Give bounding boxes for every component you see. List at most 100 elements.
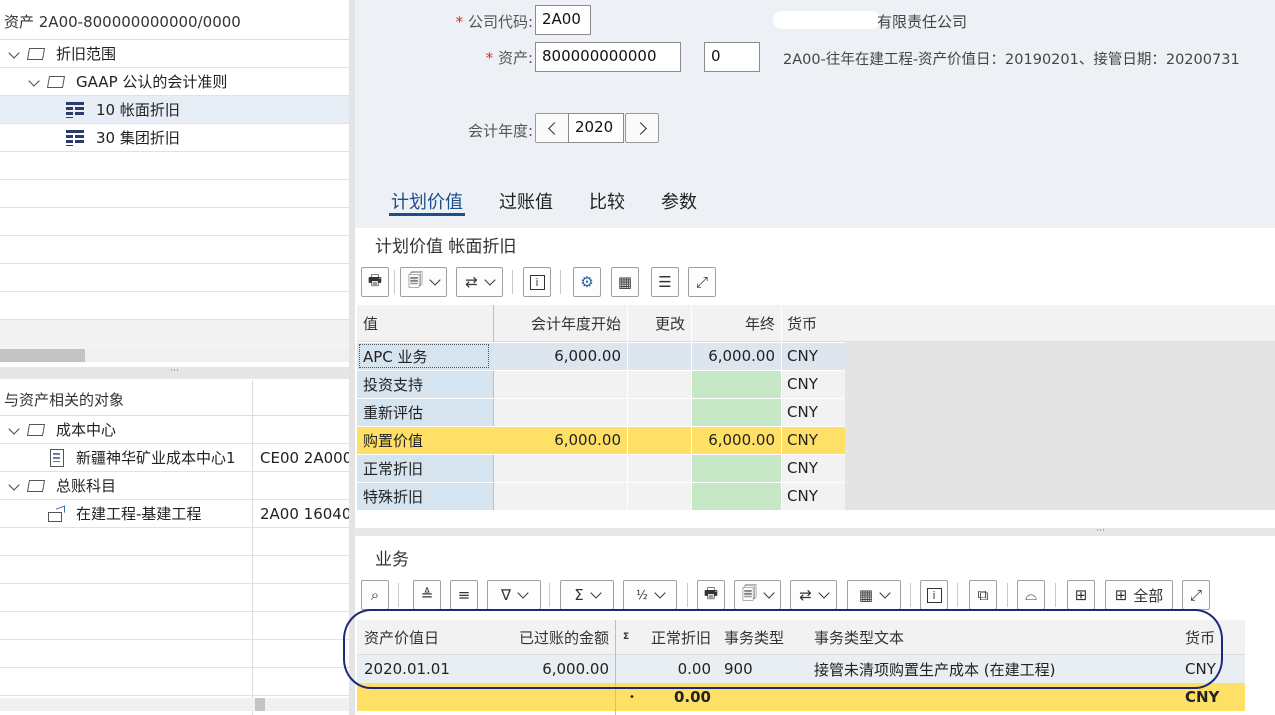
print-preview-button[interactable]: 🗐	[734, 580, 781, 610]
print-preview-button[interactable]: 🗐	[400, 267, 447, 297]
info-button[interactable]: i	[920, 580, 948, 610]
plan-row-year-end[interactable]	[691, 398, 781, 426]
fullscreen-button[interactable]: ⤢	[1182, 580, 1210, 610]
company-name: 有限责任公司	[877, 13, 968, 31]
splitter-handle[interactable]: ⋯	[0, 367, 349, 379]
detail-pane: * 公司代码: 2A00 有限责任公司 * 资产: 800000000000 0…	[343, 0, 1275, 715]
horizontal-scrollbar[interactable]	[0, 349, 349, 362]
select-all-button[interactable]: ⊞ 全部	[1105, 580, 1173, 610]
plan-row-name[interactable]: 正常折旧	[357, 454, 491, 482]
plan-row-change[interactable]	[627, 398, 691, 426]
plan-row-fy-start[interactable]	[492, 454, 627, 482]
plan-row-name[interactable]: 购置价值	[357, 426, 491, 454]
tree-empty-row	[0, 236, 349, 264]
col-header-fy-start[interactable]: 会计年度开始	[492, 309, 627, 337]
copy-icon: ⧉	[977, 586, 989, 604]
plan-row-change[interactable]	[627, 426, 691, 454]
sort-ascending-button[interactable]: ≜	[413, 580, 441, 610]
horizontal-scrollbar[interactable]	[0, 698, 349, 711]
info-button[interactable]: i	[523, 267, 551, 297]
tab-parameters[interactable]: 参数	[661, 188, 697, 214]
plan-row-currency[interactable]: CNY	[781, 454, 845, 482]
scrollbar-thumb[interactable]	[255, 698, 265, 711]
plan-row-change[interactable]	[627, 454, 691, 482]
plan-row-year-end[interactable]	[691, 482, 781, 510]
tab-planned-values[interactable]: 计划价值	[391, 188, 463, 214]
filter-button[interactable]: ∇	[487, 580, 541, 610]
chevron-down-icon[interactable]	[8, 423, 22, 437]
plan-row-year-end[interactable]: 6,000.00	[691, 426, 781, 454]
company-code-input[interactable]: 2A00	[535, 5, 591, 35]
related-item-gl-account[interactable]: 总账科目	[0, 472, 349, 500]
simulate-button[interactable]: ⚙	[573, 267, 601, 297]
related-item-cost-center[interactable]: 成本中心	[0, 416, 349, 444]
plan-row-currency[interactable]: CNY	[781, 342, 845, 370]
plan-row-year-end[interactable]	[691, 370, 781, 398]
plan-row-year-end[interactable]: 6,000.00	[691, 342, 781, 370]
plan-row-fy-start[interactable]: 6,000.00	[492, 342, 627, 370]
subtotal-button[interactable]: ½	[623, 580, 677, 610]
plan-row-year-end[interactable]	[691, 454, 781, 482]
plan-row-name[interactable]: 特殊折旧	[357, 482, 491, 510]
tree-empty-row	[0, 152, 349, 180]
fullscreen-button[interactable]: ⤢	[688, 267, 716, 297]
hat-icon: ⌓	[1025, 586, 1037, 604]
tree-item-book-depreciation[interactable]: 10 帐面折旧	[0, 96, 349, 124]
tab-posted-values[interactable]: 过账值	[499, 188, 553, 214]
fiscal-year-input[interactable]: 2020	[568, 113, 624, 143]
plan-row-currency[interactable]: CNY	[781, 482, 845, 510]
details-button[interactable]: ☰	[651, 267, 679, 297]
plan-row-change[interactable]	[627, 342, 691, 370]
calculator-button[interactable]: ▦	[611, 267, 639, 297]
copy-button[interactable]: ⧉	[969, 580, 997, 610]
plan-row-fy-start[interactable]	[492, 482, 627, 510]
chevron-down-icon[interactable]	[8, 47, 22, 61]
related-item-label: 成本中心	[56, 421, 117, 439]
plan-row-name[interactable]: 投资支持	[357, 370, 491, 398]
search-icon: ⌕	[370, 586, 380, 604]
plan-row-fy-start[interactable]: 6,000.00	[492, 426, 627, 454]
plan-row-currency[interactable]: CNY	[781, 426, 845, 454]
tab-comparison[interactable]: 比较	[589, 188, 625, 214]
filter-icon: ∇	[500, 586, 512, 604]
preview-icon: 🗐	[742, 583, 757, 602]
print-button[interactable]: 🖶	[697, 580, 725, 610]
splitter-handle[interactable]: ⋯	[355, 527, 1275, 536]
related-item-construction[interactable]: 在建工程-基建工程 2A00 16040	[0, 500, 349, 528]
plan-row-fy-start[interactable]	[492, 398, 627, 426]
related-item-cost-center-1[interactable]: 新疆神华矿业成本中心1 CE00 2A000	[0, 444, 349, 472]
chevron-down-icon[interactable]	[8, 479, 22, 493]
previous-year-button[interactable]	[535, 113, 569, 143]
tree-empty-row	[0, 556, 349, 584]
chevron-down-icon[interactable]	[28, 75, 42, 89]
export-button[interactable]: ⇄	[456, 267, 503, 297]
asset-number-input[interactable]: 800000000000	[535, 42, 681, 72]
plan-row-fy-start[interactable]	[492, 370, 627, 398]
find-button[interactable]: ⌕	[361, 580, 389, 610]
plan-row-change[interactable]	[627, 370, 691, 398]
col-header-currency[interactable]: 货币	[781, 309, 845, 337]
export-button[interactable]: ⇄	[790, 580, 837, 610]
plan-row-currency[interactable]: CNY	[781, 370, 845, 398]
tree-item-depreciation-area[interactable]: 折旧范围	[0, 40, 349, 68]
tree-item-label: GAAP 公认的会计准则	[76, 73, 228, 91]
col-header-change[interactable]: 更改	[627, 309, 691, 337]
tree-item-gaap[interactable]: GAAP 公认的会计准则	[0, 68, 349, 96]
scrollbar-thumb[interactable]	[0, 349, 85, 362]
plan-row-name[interactable]: APC 业务	[357, 342, 491, 370]
tree-item-label: 30 集团折旧	[96, 129, 180, 147]
plan-row-change[interactable]	[627, 482, 691, 510]
col-header-year-end[interactable]: 年终	[691, 309, 781, 337]
next-year-button[interactable]	[625, 113, 659, 143]
sum-button[interactable]: Σ	[560, 580, 614, 610]
tree-item-group-depreciation[interactable]: 30 集团折旧	[0, 124, 349, 152]
col-header-value[interactable]: 值	[357, 309, 491, 337]
plan-row-name[interactable]: 重新评估	[357, 398, 491, 426]
plan-row-currency[interactable]: CNY	[781, 398, 845, 426]
print-button[interactable]: 🖶	[361, 267, 389, 297]
select-button[interactable]: ⊞	[1067, 580, 1095, 610]
layout-button[interactable]: ▦	[847, 580, 901, 610]
asset-subnumber-input[interactable]: 0	[704, 42, 760, 72]
sort-descending-button[interactable]: ≡	[450, 580, 478, 610]
settings-button[interactable]: ⌓	[1017, 580, 1045, 610]
